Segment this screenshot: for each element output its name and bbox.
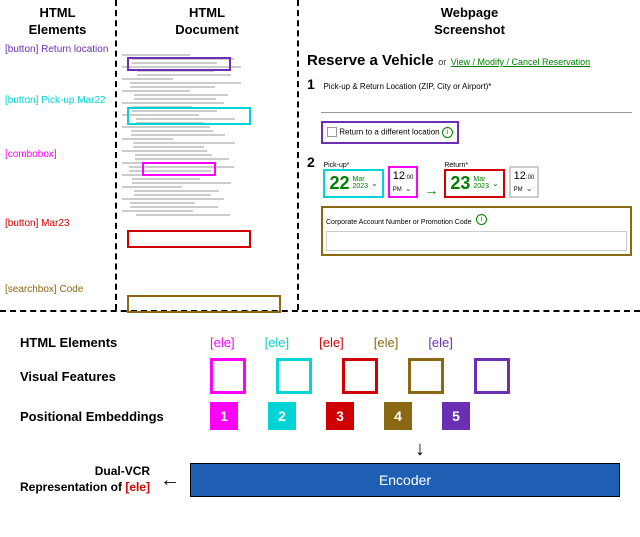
vis-magenta (210, 358, 246, 394)
step-2: 2 (307, 154, 319, 170)
webpage-preview: Reserve a Vehicle or View / Modify / Can… (299, 44, 640, 264)
vis-brown (408, 358, 444, 394)
encoder-row: Dual-VCR Representation of [ele] ← Encod… (20, 463, 620, 497)
element-magenta: [combobox] (2, 147, 60, 162)
vis-red (342, 358, 378, 394)
corp-input[interactable] (326, 231, 627, 251)
pos-2: 2 (268, 402, 296, 430)
pickup-mins: :00 (405, 175, 413, 181)
pos-4: 4 (384, 402, 412, 430)
return-time-box[interactable]: 12:00PM ⌄ (509, 166, 540, 198)
pickup-ampm: PM (393, 187, 402, 193)
top-section: HTML Elements [button] Return location [… (0, 0, 640, 312)
element-purple: [button] Return location (2, 42, 111, 57)
ele-magenta: [ele] (210, 335, 235, 350)
return-mins: :00 (526, 175, 534, 181)
chevron-down-icon: ⌄ (526, 184, 533, 193)
bottom-section: HTML Elements [ele] [ele] [ele] [ele] [e… (0, 312, 640, 512)
col-webpage: Webpage Screenshot Reserve a Vehicle or … (299, 0, 640, 310)
pickup-day: 22 (329, 173, 349, 194)
positional-label: Positional Embeddings (20, 409, 210, 424)
encoder-box: Encoder (190, 463, 620, 497)
pickup-time: 12 (393, 170, 405, 182)
return-day: 23 (450, 173, 470, 194)
html-elements-label: HTML Elements (20, 335, 210, 350)
pickup-month: Mar (352, 176, 368, 183)
chevron-down-icon: ⌄ (492, 179, 499, 188)
code-box-teal (127, 107, 251, 125)
reserve-or: or (438, 57, 446, 67)
col2-header: HTML Document (117, 0, 297, 44)
return-year: 2023 (473, 183, 489, 190)
pos-1: 1 (210, 402, 238, 430)
return-diff-label: Return to a different location (339, 127, 439, 136)
down-arrow-icon: ↓ (20, 438, 620, 461)
pickup-time-box[interactable]: 12:00PM ⌄ (388, 166, 419, 198)
form-row-1: 1 Pick-up & Return Location (ZIP, City o… (307, 76, 632, 148)
col-html-document: HTML Document (117, 0, 299, 310)
code-box-red (127, 230, 251, 248)
element-brown: [searchbox] Code (2, 282, 86, 297)
pickup-return-label: Pick-up & Return Location (ZIP, City or … (323, 82, 491, 91)
ele-brown: [ele] (374, 335, 399, 350)
pickup-date-box[interactable]: 22 Mar 2023 ⌄ (323, 169, 383, 198)
pos-3: 3 (326, 402, 354, 430)
return-checkbox[interactable] (327, 127, 337, 137)
corp-label: Corporate Account Number or Promotion Co… (326, 219, 472, 226)
row-positional: Positional Embeddings 1 2 3 4 5 (20, 402, 620, 430)
code-box-brown (127, 295, 281, 313)
arrow-icon: → (422, 182, 440, 198)
return-time: 12 (514, 170, 526, 182)
pickup-label: Pick-up* (323, 162, 383, 169)
corp-code-box: Corporate Account Number or Promotion Co… (321, 206, 632, 256)
return-location-box[interactable]: Return to a different location i (321, 121, 459, 144)
return-date-box[interactable]: 23 Mar 2023 ⌄ (444, 169, 504, 198)
chevron-down-icon: ⌄ (371, 179, 378, 188)
col1-header: HTML Elements (0, 0, 115, 44)
element-teal: [button] Pick-up Mar22 (2, 93, 109, 108)
return-label: Return* (444, 162, 504, 169)
row-html-elements: HTML Elements [ele] [ele] [ele] [ele] [e… (20, 335, 620, 350)
info-icon[interactable]: i (442, 127, 453, 138)
ele-purple: [ele] (428, 335, 453, 350)
element-red: [button] Mar23 (2, 216, 72, 231)
location-input[interactable] (321, 96, 632, 113)
ele-red: [ele] (319, 335, 344, 350)
return-month: Mar (473, 176, 489, 183)
info-icon[interactable]: i (476, 214, 487, 225)
form-row-2: 2 Pick-up* 22 Mar 2023 ⌄ (307, 154, 632, 198)
reserve-link[interactable]: View / Modify / Cancel Reservation (451, 57, 590, 67)
reserve-title: Reserve a Vehicle (307, 52, 434, 69)
visual-features-label: Visual Features (20, 369, 210, 384)
return-ampm: PM (514, 187, 523, 193)
ele-teal: [ele] (265, 335, 290, 350)
col3-header: Webpage Screenshot (299, 0, 640, 44)
col-html-elements: HTML Elements [button] Return location [… (0, 0, 117, 310)
pickup-year: 2023 (352, 183, 368, 190)
row-visual-features: Visual Features (20, 358, 620, 394)
html-preview (117, 44, 297, 320)
vis-purple (474, 358, 510, 394)
code-box-purple (127, 57, 231, 71)
output-label: Dual-VCR Representation of [ele] (20, 464, 150, 495)
chevron-down-icon: ⌄ (405, 184, 412, 193)
step-1: 1 (307, 76, 319, 92)
left-arrow-icon: ← (160, 469, 180, 492)
vis-teal (276, 358, 312, 394)
code-box-magenta (142, 162, 216, 176)
pos-5: 5 (442, 402, 470, 430)
